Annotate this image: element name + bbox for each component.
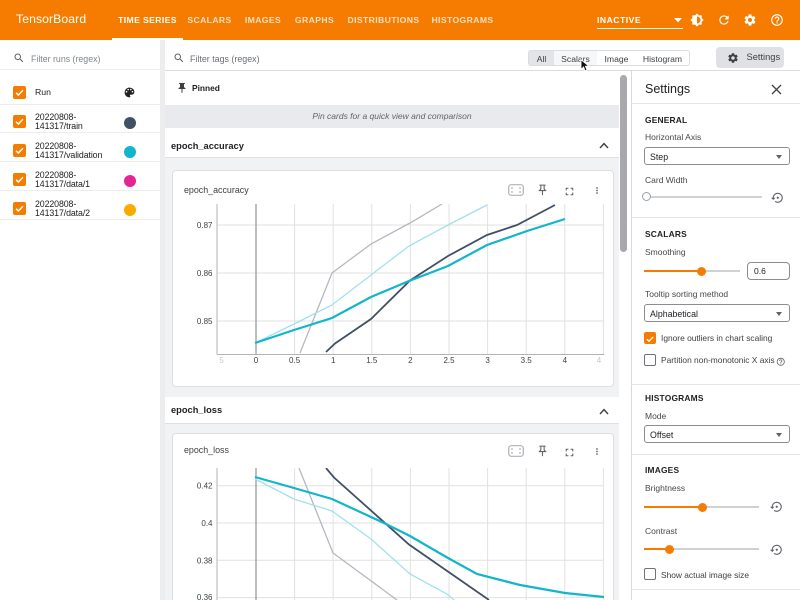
- svg-text:0.86: 0.86: [197, 269, 213, 278]
- svg-text:5: 5: [219, 356, 224, 365]
- svg-text:0.42: 0.42: [197, 482, 213, 491]
- svg-text:4: 4: [563, 356, 568, 365]
- svg-text:1.5: 1.5: [366, 356, 378, 365]
- svg-text:0.36: 0.36: [197, 593, 213, 600]
- svg-text:1: 1: [331, 356, 336, 365]
- svg-text:3.5: 3.5: [521, 356, 533, 365]
- svg-text:0.4: 0.4: [201, 519, 213, 528]
- svg-text:0.85: 0.85: [197, 317, 213, 326]
- svg-text:2.5: 2.5: [443, 356, 455, 365]
- svg-text:0.87: 0.87: [197, 221, 213, 230]
- svg-text:3: 3: [485, 356, 490, 365]
- svg-text:0.38: 0.38: [197, 556, 213, 565]
- svg-text:0.5: 0.5: [289, 356, 301, 365]
- svg-text:2: 2: [408, 356, 413, 365]
- svg-text:4: 4: [597, 356, 602, 365]
- svg-text:0: 0: [254, 356, 259, 365]
